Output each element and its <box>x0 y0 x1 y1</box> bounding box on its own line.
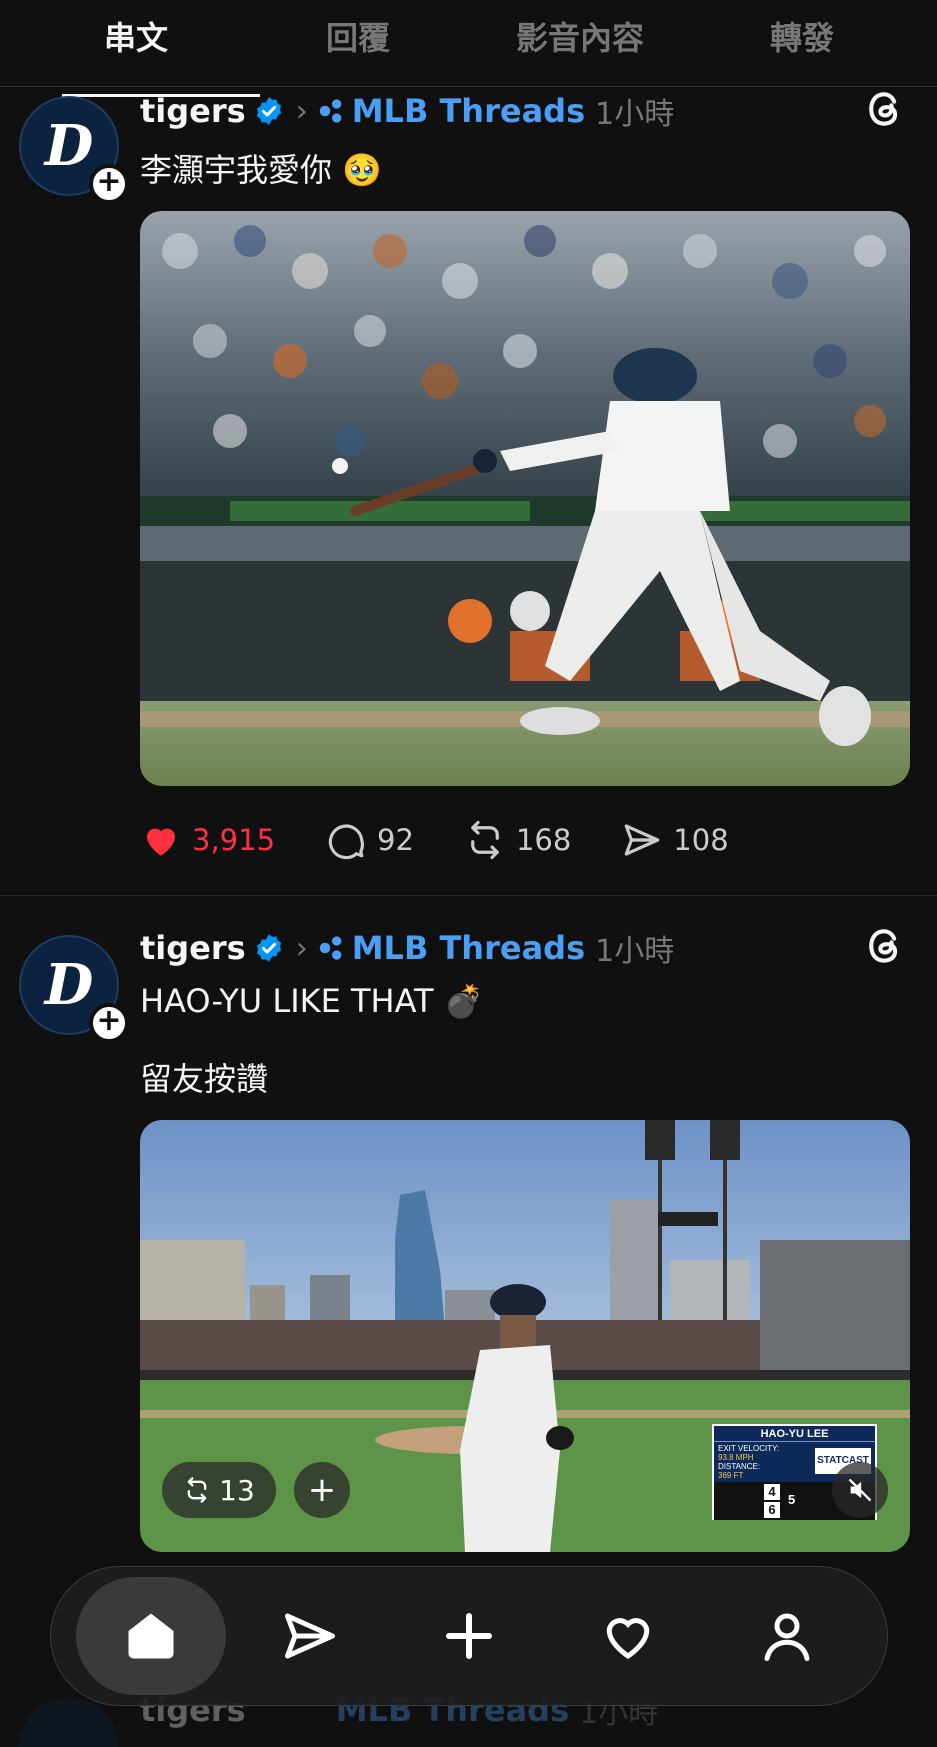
comment-count: 92 <box>377 823 414 857</box>
post-time: 1小時 <box>595 934 675 969</box>
score-home: 6 <box>764 1502 780 1518</box>
heart-filled-icon <box>147 828 175 856</box>
repost-icon <box>471 820 499 860</box>
threads-logo-icon[interactable] <box>863 924 907 968</box>
scoreboard-value-distance: 369 FT <box>718 1471 744 1480</box>
muted-speaker-icon <box>848 1478 872 1502</box>
avatar[interactable]: D + <box>19 96 129 204</box>
plus-icon <box>445 1613 492 1659</box>
verified-badge-icon <box>256 934 281 962</box>
comment-button[interactable]: 92 <box>325 819 414 861</box>
scoreboard-label-ev: EXIT VELOCITY: <box>718 1444 780 1453</box>
mute-button[interactable] <box>832 1462 888 1518</box>
chevron-right-icon: › <box>295 93 308 129</box>
scoreboard-player: HAO-YU LEE <box>714 1426 875 1442</box>
share-count: 108 <box>673 823 729 857</box>
community-name[interactable]: MLB Threads <box>352 92 585 130</box>
post-header: tigers › MLB Threads 1小時 <box>140 91 675 132</box>
baseball-swing-image <box>140 211 910 786</box>
comment-icon <box>328 824 364 860</box>
bottom-nav <box>50 1566 888 1706</box>
scoreboard-value-ev: 93.8 MPH <box>718 1453 754 1462</box>
nav-activity[interactable] <box>553 1577 703 1695</box>
tigers-logo-icon: D <box>44 113 94 179</box>
username[interactable]: tigers <box>140 929 246 967</box>
nav-create[interactable] <box>394 1577 544 1695</box>
post-time: 1小時 <box>595 97 675 132</box>
post-video[interactable]: HAO-YU LEE EXIT VELOCITY: 93.8 MPH DISTA… <box>140 1120 910 1552</box>
tab-threads[interactable]: 串文 <box>25 0 260 97</box>
repost-button[interactable]: 168 <box>464 819 571 861</box>
like-count: 3,915 <box>192 823 276 857</box>
nav-profile[interactable] <box>712 1577 862 1695</box>
follow-plus-icon[interactable]: + <box>89 1003 129 1043</box>
nav-messages[interactable] <box>235 1577 385 1695</box>
post-header: tigers › MLB Threads 1小時 <box>140 928 675 969</box>
tab-replies[interactable]: 回覆 <box>247 0 469 86</box>
video-repost-button[interactable]: 13 <box>162 1462 276 1518</box>
post-photo[interactable] <box>140 211 910 786</box>
verified-badge-icon <box>256 97 281 125</box>
repost-count: 168 <box>515 823 572 857</box>
follow-plus-icon[interactable]: + <box>89 164 129 204</box>
plus-icon: + <box>307 1470 337 1510</box>
avatar[interactable]: D + <box>19 935 129 1043</box>
community-icon <box>319 936 342 960</box>
divider <box>0 895 937 896</box>
tigers-logo-icon: D <box>44 952 94 1018</box>
inning: 5 <box>788 1492 796 1507</box>
score-away: 4 <box>764 1484 780 1500</box>
video-repost-count: 13 <box>219 1473 255 1507</box>
scoreboard-label-distance: DISTANCE: <box>718 1462 761 1471</box>
post-text: 李灝宇我愛你 🥹 <box>140 151 383 189</box>
repost-icon <box>187 1477 207 1503</box>
post-text-line-1: HAO-YU LIKE THAT 💣 <box>140 982 484 1020</box>
home-icon <box>128 1613 174 1659</box>
like-button[interactable]: 3,915 <box>140 819 275 861</box>
chevron-right-icon: › <box>295 930 308 966</box>
profile-tabs: 串文 回覆 影音內容 轉發 <box>0 0 937 97</box>
video-add-button[interactable]: + <box>294 1462 350 1518</box>
avatar <box>19 1698 119 1747</box>
send-icon <box>284 1613 335 1659</box>
username[interactable]: tigers <box>140 92 246 130</box>
heart-icon <box>606 1618 650 1659</box>
threads-logo-icon[interactable] <box>863 87 907 131</box>
post-text-line-2: 留友按讚 <box>140 1060 269 1098</box>
community-name[interactable]: MLB Threads <box>352 929 585 967</box>
nav-home[interactable] <box>75 1577 226 1695</box>
tab-media[interactable]: 影音內容 <box>469 0 691 86</box>
post-actions: 3,915 92 168 108 <box>140 819 779 861</box>
send-icon <box>624 824 660 856</box>
community-icon <box>319 99 342 123</box>
profile-icon <box>764 1613 810 1661</box>
tab-reposts[interactable]: 轉發 <box>691 0 913 86</box>
share-button[interactable]: 108 <box>621 819 729 861</box>
